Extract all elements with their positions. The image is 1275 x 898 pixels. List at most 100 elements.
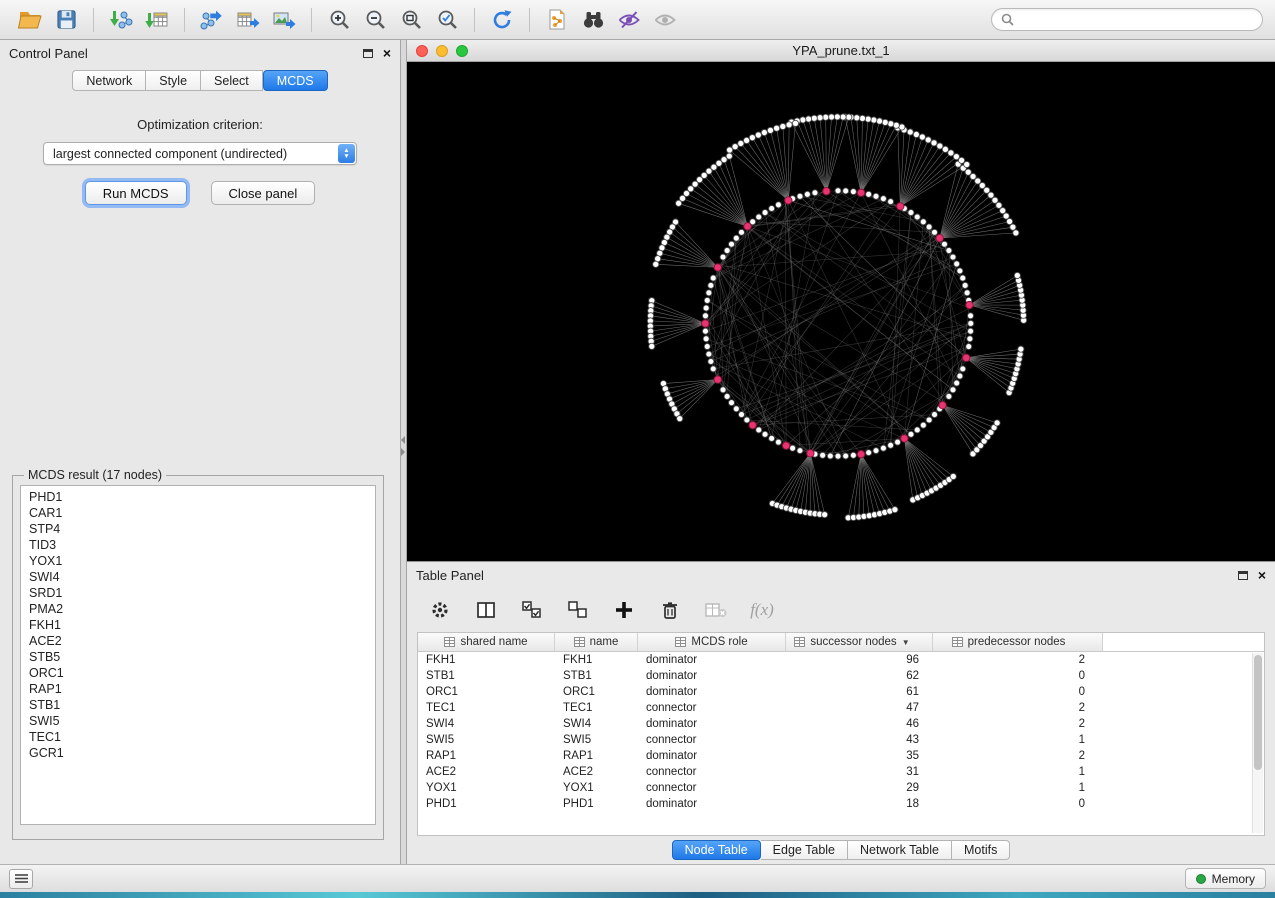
network-canvas[interactable] [407,62,1275,561]
window-minimize-icon[interactable] [436,45,448,57]
table-row[interactable]: STB1STB1dominator620 [418,668,1264,684]
memory-status-icon [1196,874,1206,884]
gear-icon [430,600,450,620]
cell-predecessors: 2 [933,718,1103,730]
mcds-result-item[interactable]: PHD1 [21,489,375,505]
export-network-button[interactable] [194,5,230,35]
folder-icon [18,9,43,30]
import-table-button[interactable] [139,5,175,35]
mcds-result-item[interactable]: SWI5 [21,713,375,729]
table-row[interactable]: RAP1RAP1dominator352 [418,748,1264,764]
open-file-button[interactable] [12,5,48,35]
table-row[interactable]: YOX1YOX1connector291 [418,780,1264,796]
cell-name: RAP1 [555,750,638,762]
column-header-successor-nodes[interactable]: successor nodes▼ [786,633,933,652]
hide-selected-button[interactable] [611,5,647,35]
float-panel-icon[interactable] [363,49,373,58]
search-network-button[interactable] [575,5,611,35]
mcds-result-item[interactable]: STB5 [21,649,375,665]
cell-name: ORC1 [555,686,638,698]
network-window: YPA_prune.txt_1 [407,40,1275,562]
table-row[interactable]: SWI5SWI5connector431 [418,732,1264,748]
table-scrollbar-thumb[interactable] [1254,655,1262,770]
mcds-result-item[interactable]: STB1 [21,697,375,713]
mcds-result-item[interactable]: TID3 [21,537,375,553]
search-input[interactable] [1020,13,1253,27]
zoom-selected-button[interactable] [429,5,465,35]
toolbar-separator [184,8,185,32]
mcds-result-item[interactable]: RAP1 [21,681,375,697]
panel-splitter[interactable] [400,40,407,864]
memory-button[interactable]: Memory [1185,868,1266,889]
mcds-result-item[interactable]: SRD1 [21,585,375,601]
delete-column-button[interactable] [657,597,683,623]
column-header-name[interactable]: name [555,633,638,652]
window-maximize-icon[interactable] [456,45,468,57]
table-row[interactable]: FKH1FKH1dominator962 [418,652,1264,668]
column-header-shared-name[interactable]: shared name [418,633,555,652]
float-table-panel-icon[interactable] [1238,571,1248,580]
tab-mcds[interactable]: MCDS [263,70,328,91]
run-mcds-button[interactable]: Run MCDS [85,181,187,205]
table-tab-edge-table[interactable]: Edge Table [761,840,848,860]
close-panel-button[interactable]: Close panel [211,181,316,205]
control-panel-header: Control Panel × [0,40,400,66]
mcds-result-item[interactable]: YOX1 [21,553,375,569]
window-close-icon[interactable] [416,45,428,57]
zoom-in-button[interactable] [321,5,357,35]
splitter-handle-icon[interactable] [401,436,405,456]
table-delete-icon [704,600,728,620]
close-table-panel-icon[interactable]: × [1258,570,1266,580]
deselect-all-button[interactable] [565,597,591,623]
network-titlebar: YPA_prune.txt_1 [407,40,1275,62]
table-row[interactable]: SWI4SWI4dominator462 [418,716,1264,732]
cell-shared_name: YOX1 [418,782,555,794]
tab-select[interactable]: Select [201,70,263,91]
export-network-icon [200,9,224,31]
control-panel-title: Control Panel [9,46,88,61]
mcds-result-item[interactable]: TEC1 [21,729,375,745]
tab-style[interactable]: Style [146,70,201,91]
table-tab-network-table[interactable]: Network Table [848,840,952,860]
mcds-result-item[interactable]: STP4 [21,521,375,537]
mcds-result-item[interactable]: ORC1 [21,665,375,681]
column-header-predecessor-nodes[interactable]: predecessor nodes [933,633,1103,652]
table-tab-motifs[interactable]: Motifs [952,840,1010,860]
zoom-out-button[interactable] [357,5,393,35]
table-row[interactable]: ORC1ORC1dominator610 [418,684,1264,700]
table-row[interactable]: TEC1TEC1connector472 [418,700,1264,716]
close-panel-icon[interactable]: × [383,48,391,58]
optimization-criterion-select[interactable]: largest connected component (undirected)… [43,142,357,165]
mcds-result-item[interactable]: CAR1 [21,505,375,521]
cell-role: dominator [638,750,786,762]
table-row[interactable]: ACE2ACE2connector311 [418,764,1264,780]
cell-successors: 29 [786,782,933,794]
column-header-MCDS-role[interactable]: MCDS role [638,633,786,652]
table-scrollbar[interactable] [1252,653,1263,833]
mcds-result-item[interactable]: ACE2 [21,633,375,649]
cell-role: connector [638,782,786,794]
global-search[interactable] [991,8,1263,31]
show-columns-button[interactable] [473,597,499,623]
export-table-button[interactable] [230,5,266,35]
export-image-button[interactable] [266,5,302,35]
show-all-button[interactable] [647,5,683,35]
save-session-button[interactable] [48,5,84,35]
import-network-button[interactable] [103,5,139,35]
table-row[interactable]: PHD1PHD1dominator180 [418,796,1264,812]
zoom-fit-button[interactable] [393,5,429,35]
mcds-result-item[interactable]: GCR1 [21,745,375,761]
mcds-result-item[interactable]: PMA2 [21,601,375,617]
status-menu-button[interactable] [9,869,33,889]
tab-network[interactable]: Network [72,70,146,91]
clone-network-button[interactable] [539,5,575,35]
table-tab-node-table[interactable]: Node Table [672,840,761,860]
mcds-result-item[interactable]: SWI4 [21,569,375,585]
mcds-result-list[interactable]: PHD1CAR1STP4TID3YOX1SWI4SRD1PMA2FKH1ACE2… [20,485,376,825]
refresh-button[interactable] [484,5,520,35]
mcds-result-item[interactable]: FKH1 [21,617,375,633]
add-column-button[interactable] [611,597,637,623]
main-toolbar [0,0,1275,40]
select-all-button[interactable] [519,597,545,623]
table-settings-button[interactable] [427,597,453,623]
